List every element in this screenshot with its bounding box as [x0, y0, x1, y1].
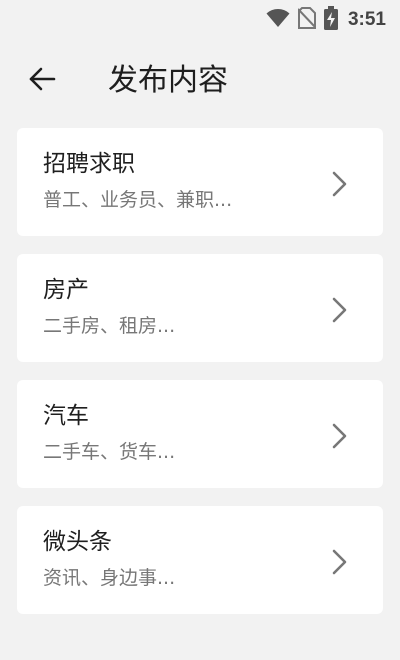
- chevron-right-icon: [327, 296, 351, 324]
- card-title: 汽车: [43, 403, 89, 429]
- card-title: 房产: [43, 277, 89, 303]
- card-title: 微头条: [43, 529, 112, 555]
- category-card-jobs[interactable]: 招聘求职 普工、业务员、兼职...: [17, 128, 383, 236]
- card-title: 招聘求职: [43, 151, 135, 177]
- category-list: 招聘求职 普工、业务员、兼职... 房产 二手房、租房... 汽车 二手车、货车…: [17, 128, 383, 632]
- header: 发布内容: [0, 55, 400, 105]
- card-subtitle: 二手房、租房...: [43, 315, 176, 337]
- card-subtitle: 二手车、货车...: [43, 441, 176, 463]
- wifi-icon: [266, 8, 290, 32]
- category-card-micro-headline[interactable]: 微头条 资讯、身边事...: [17, 506, 383, 614]
- page-title: 发布内容: [108, 63, 228, 98]
- status-bar: 3:51: [0, 0, 400, 36]
- category-card-cars[interactable]: 汽车 二手车、货车...: [17, 380, 383, 488]
- chevron-right-icon: [327, 548, 351, 576]
- status-time: 3:51: [347, 9, 386, 30]
- no-sim-icon: [297, 7, 317, 33]
- status-icons: 3:51: [266, 6, 386, 34]
- card-subtitle: 普工、业务员、兼职...: [43, 189, 233, 211]
- category-card-real-estate[interactable]: 房产 二手房、租房...: [17, 254, 383, 362]
- chevron-right-icon: [327, 170, 351, 198]
- chevron-right-icon: [327, 422, 351, 450]
- card-subtitle: 资讯、身边事...: [43, 567, 176, 589]
- arrow-left-icon: [28, 67, 56, 95]
- battery-charging-icon: [323, 6, 338, 34]
- back-button[interactable]: [22, 61, 62, 101]
